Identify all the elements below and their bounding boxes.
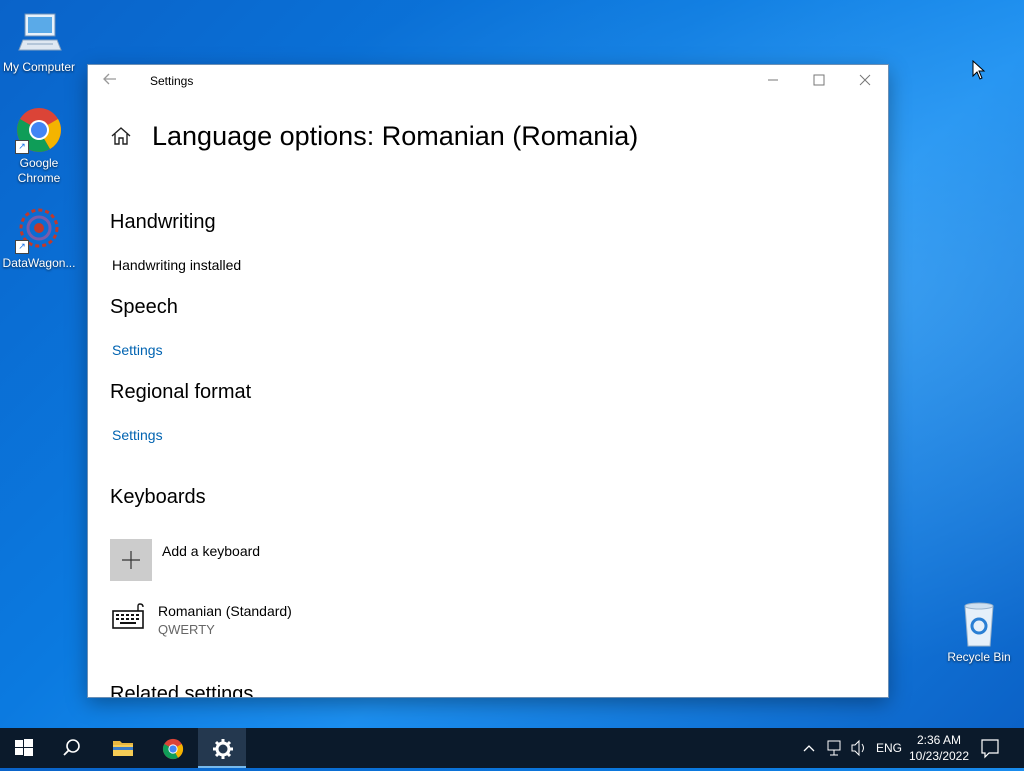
plus-icon (122, 551, 140, 569)
gear-icon (213, 739, 233, 759)
file-explorer-button[interactable] (98, 728, 146, 768)
back-arrow-icon[interactable] (102, 71, 122, 91)
chrome-icon (162, 738, 184, 760)
datawagon-icon: ↗ (15, 206, 63, 254)
clock-time: 2:36 AM (916, 733, 962, 747)
show-hidden-icons-button[interactable] (802, 728, 820, 768)
desktop-icon-label: Recycle Bin (947, 650, 1011, 664)
chrome-icon: ↗ (15, 106, 63, 154)
keyboard-item-name[interactable]: Romanian (Standard) (158, 603, 292, 619)
taskbar: ENG 2:36 AM 10/23/2022 (0, 728, 1024, 768)
volume-icon[interactable] (850, 728, 870, 768)
close-button[interactable] (842, 65, 888, 97)
folder-icon (113, 741, 133, 756)
title-bar[interactable]: Settings (88, 65, 888, 97)
action-center-button[interactable] (980, 728, 1004, 768)
desktop-icon-google-chrome[interactable]: ↗ Google Chrome (0, 106, 78, 186)
regional-format-settings-link[interactable]: Settings (112, 427, 163, 443)
mouse-cursor-icon (972, 59, 986, 85)
settings-taskbar-button[interactable] (198, 728, 246, 768)
minimize-button[interactable] (750, 65, 796, 97)
start-button[interactable] (0, 728, 48, 768)
chevron-up-icon (803, 745, 815, 752)
windows-logo-icon (15, 739, 33, 756)
page-title: Language options: Romanian (Romania) (152, 121, 639, 151)
section-title-speech: Speech (110, 296, 178, 318)
search-icon (63, 739, 80, 756)
section-title-related-settings: Related settings (110, 683, 254, 697)
home-icon[interactable] (110, 125, 134, 149)
desktop-icon-label: My Computer (2, 60, 76, 74)
desktop-icon-my-computer[interactable]: My Computer (0, 10, 78, 75)
window-title: Settings (150, 74, 194, 88)
network-icon[interactable] (826, 728, 846, 768)
settings-window: Settings Language options: Romanian (Rom… (88, 65, 888, 697)
desktop-icon-datawagon[interactable]: ↗ DataWagon... (0, 206, 78, 271)
desktop-icon-label: Google Chrome (17, 156, 61, 185)
keyboard-item-layout: QWERTY (158, 622, 215, 637)
recycle-bin-icon (955, 600, 1003, 648)
clock-date: 10/23/2022 (908, 749, 970, 763)
shortcut-arrow-icon: ↗ (15, 140, 29, 154)
add-keyboard-button[interactable] (110, 539, 152, 581)
input-language-indicator[interactable]: ENG (876, 728, 902, 768)
section-title-regional-format: Regional format (110, 381, 252, 403)
maximize-button[interactable] (796, 65, 842, 97)
section-title-handwriting: Handwriting (110, 211, 216, 233)
taskbar-clock[interactable]: 2:36 AM 10/23/2022 (904, 732, 974, 764)
chrome-taskbar-button[interactable] (148, 728, 196, 768)
add-keyboard-label[interactable]: Add a keyboard (162, 543, 260, 559)
desktop-icon-label: DataWagon... (2, 256, 76, 270)
desktop-icon-recycle-bin[interactable]: Recycle Bin (940, 600, 1018, 665)
handwriting-status: Handwriting installed (112, 257, 242, 273)
computer-icon (15, 10, 63, 58)
speech-settings-link[interactable]: Settings (112, 342, 163, 358)
section-title-keyboards: Keyboards (110, 486, 206, 508)
notification-icon (981, 739, 999, 759)
keyboard-icon (112, 603, 146, 631)
shortcut-arrow-icon: ↗ (15, 240, 29, 254)
search-button[interactable] (48, 728, 96, 768)
